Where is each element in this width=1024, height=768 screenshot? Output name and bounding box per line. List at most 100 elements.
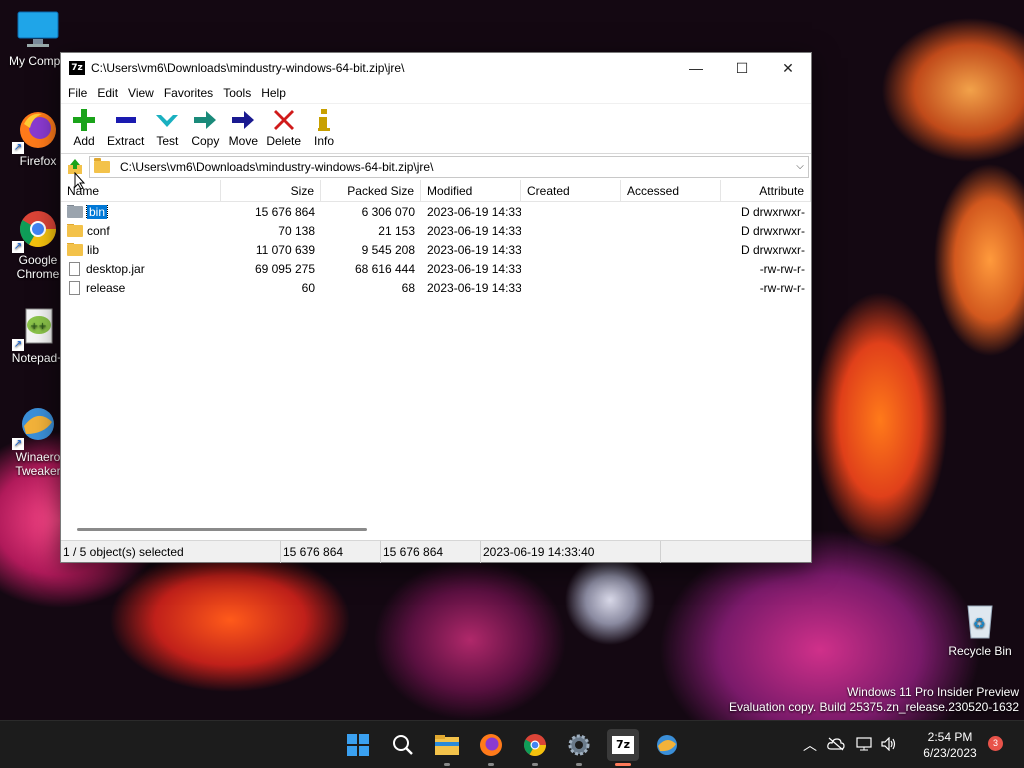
taskbar-chrome[interactable]	[519, 729, 551, 766]
toolbar: Add Extract Test Copy Move Delete Info	[61, 103, 811, 153]
test-label: Test	[156, 134, 179, 148]
file-size: 60	[301, 280, 315, 295]
shortcut-arrow-icon: ↗	[12, 142, 24, 154]
file-modified: 2023-06-19 14:33	[427, 261, 521, 276]
file-attributes: D drwxrwxr-	[741, 223, 805, 238]
close-button[interactable]: ✕	[765, 53, 811, 83]
table-row[interactable]: desktop.jar 69 095 275 68 616 444 2023-0…	[61, 259, 811, 278]
column-header-created[interactable]: Created	[521, 180, 621, 201]
copy-label: Copy	[191, 134, 220, 148]
windows-watermark: Windows 11 Pro Insider Preview Evaluatio…	[729, 685, 1019, 715]
chevron-down-icon[interactable]: ⌵	[792, 161, 808, 172]
taskbar: 7z ︿ 2:54 PM 6/23/2023	[0, 720, 1024, 768]
7zip-file-manager-window: 7z C:\Users\vm6\Downloads\mindustry-wind…	[60, 52, 812, 563]
table-row[interactable]: lib 11 070 639 9 545 208 2023-06-19 14:3…	[61, 240, 811, 259]
status-packed-size: 15 676 864	[381, 540, 481, 563]
firefox-icon: ↗	[12, 108, 60, 154]
move-button[interactable]: Move	[224, 104, 262, 148]
taskbar-winaero-tweaker[interactable]	[651, 729, 683, 761]
taskbar-clock[interactable]: 2:54 PM 6/23/2023	[915, 729, 985, 761]
column-header-attributes[interactable]: Attribute	[721, 180, 811, 201]
extract-button[interactable]: Extract	[103, 104, 148, 148]
start-button[interactable]	[342, 729, 374, 761]
clock-time: 2:54 PM	[927, 730, 973, 744]
add-label: Add	[73, 134, 95, 148]
file-attributes: D drwxrwxr-	[741, 204, 805, 219]
info-button[interactable]: Info	[305, 104, 343, 148]
file-packed-size: 68	[401, 280, 415, 295]
column-header-modified[interactable]: Modified	[421, 180, 521, 201]
notification-badge[interactable]: 3	[988, 736, 1003, 751]
desktop-icon-recycle-bin[interactable]: ♻ Recycle Bin	[940, 598, 1020, 658]
cloud-offline-icon[interactable]	[820, 737, 852, 754]
taskbar-7zip[interactable]: 7z	[607, 729, 639, 766]
menu-edit[interactable]: Edit	[92, 86, 123, 100]
taskbar-file-explorer[interactable]	[431, 729, 463, 766]
title-bar[interactable]: 7z C:\Users\vm6\Downloads\mindustry-wind…	[61, 53, 811, 83]
column-header-accessed[interactable]: Accessed	[621, 180, 721, 201]
maximize-button[interactable]: ☐	[719, 53, 765, 83]
chrome-icon: ↗	[12, 207, 60, 253]
file-modified: 2023-06-19 14:33	[427, 223, 521, 238]
file-size: 70 138	[278, 223, 315, 238]
status-modified: 2023-06-19 14:33:40	[481, 540, 661, 563]
move-label: Move	[228, 134, 259, 148]
running-indicator	[444, 763, 450, 766]
move-icon	[232, 111, 255, 129]
file-explorer-icon	[435, 735, 459, 755]
column-header-size[interactable]: Size	[221, 180, 321, 201]
winaero-tweaker-icon: ↗	[12, 404, 60, 450]
table-row[interactable]: release 60 68 2023-06-19 14:33 -rw-rw-r-	[61, 278, 811, 297]
shortcut-arrow-icon: ↗	[12, 339, 24, 351]
7zip-app-icon: 7z	[69, 61, 85, 75]
path-combobox[interactable]: C:\Users\vm6\Downloads\mindustry-windows…	[89, 155, 809, 178]
minimize-button[interactable]: —	[673, 53, 719, 83]
file-attributes: -rw-rw-r-	[759, 261, 805, 276]
table-row[interactable]: conf 70 138 21 153 2023-06-19 14:33 D dr…	[61, 221, 811, 240]
running-indicator	[532, 763, 538, 766]
add-button[interactable]: Add	[65, 104, 103, 148]
add-icon	[73, 109, 95, 131]
recycle-bin-icon: ♻	[958, 598, 1002, 642]
file-name: release	[86, 280, 126, 295]
test-button[interactable]: Test	[148, 104, 186, 148]
winaero-tweaker-icon	[657, 735, 677, 755]
file-packed-size: 6 306 070	[361, 204, 415, 219]
windows-start-icon	[347, 734, 369, 756]
copy-button[interactable]: Copy	[186, 104, 224, 148]
menu-tools[interactable]: Tools	[218, 86, 256, 100]
shortcut-arrow-icon: ↗	[12, 241, 24, 253]
status-selection: 1 / 5 object(s) selected	[61, 540, 281, 563]
taskbar-search-button[interactable]	[387, 729, 419, 761]
running-indicator	[488, 763, 494, 766]
horizontal-scrollbar[interactable]	[77, 528, 367, 531]
taskbar-settings[interactable]	[563, 729, 595, 766]
file-modified: 2023-06-19 14:33	[427, 204, 521, 219]
volume-icon[interactable]	[878, 736, 900, 754]
taskbar-firefox[interactable]	[475, 729, 507, 766]
column-header-row: Name Size Packed Size Modified Created A…	[61, 180, 811, 202]
watermark-line-2: Evaluation copy. Build 25375.zn_release.…	[729, 700, 1019, 714]
file-size: 11 070 639	[255, 242, 315, 257]
address-bar: C:\Users\vm6\Downloads\mindustry-windows…	[61, 153, 811, 179]
file-icon	[69, 261, 80, 276]
delete-button[interactable]: Delete	[262, 104, 305, 148]
menu-favorites[interactable]: Favorites	[159, 86, 218, 100]
extract-icon	[115, 117, 136, 123]
network-icon[interactable]	[852, 736, 878, 754]
menu-file[interactable]: File	[63, 86, 92, 100]
table-row[interactable]: bin 15 676 864 6 306 070 2023-06-19 14:3…	[61, 202, 811, 221]
delete-icon	[273, 110, 294, 130]
menu-help[interactable]: Help	[256, 86, 291, 100]
file-attributes: D drwxrwxr-	[741, 242, 805, 257]
7zip-icon: 7z	[612, 736, 634, 754]
file-name: lib	[87, 242, 100, 257]
watermark-line-1: Windows 11 Pro Insider Preview	[847, 685, 1019, 699]
chevron-up-icon[interactable]: ︿	[800, 735, 820, 755]
folder-icon	[67, 242, 83, 256]
column-header-packed-size[interactable]: Packed Size	[321, 180, 421, 201]
file-size: 69 095 275	[254, 261, 315, 276]
file-name: bin	[85, 204, 109, 219]
menu-view[interactable]: View	[123, 86, 159, 100]
clock-date: 6/23/2023	[923, 746, 977, 760]
